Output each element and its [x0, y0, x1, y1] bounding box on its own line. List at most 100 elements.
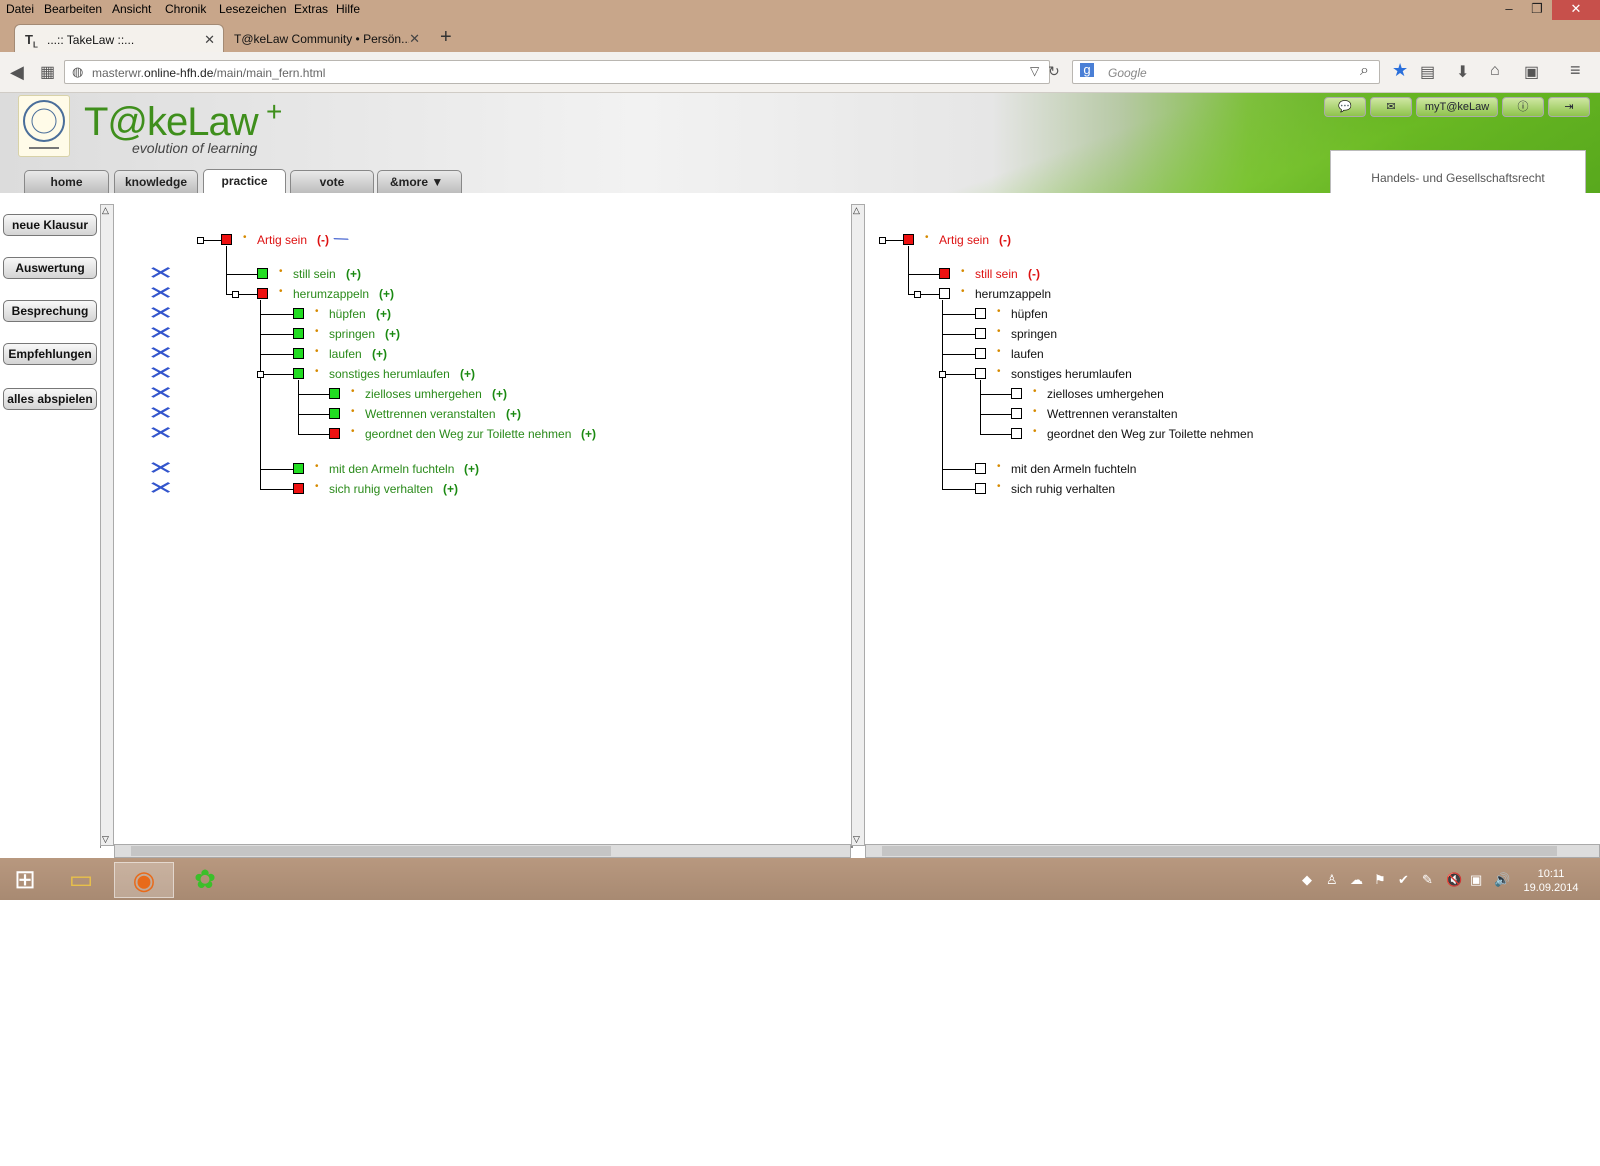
tree-checkbox[interactable]: [329, 408, 340, 419]
collapse-toggle-icon[interactable]: [257, 371, 264, 378]
tree-node-label[interactable]: mit den Armeln fuchteln: [329, 462, 454, 476]
menu-extras[interactable]: Extras: [294, 2, 328, 16]
tree-node-label[interactable]: laufen: [1011, 347, 1044, 361]
tree-checkbox[interactable]: [1011, 408, 1022, 419]
tree-checkbox[interactable]: [293, 308, 304, 319]
restore-icon[interactable]: ❐: [1522, 0, 1552, 20]
tree-node-label[interactable]: springen: [329, 327, 375, 341]
dropdown-icon[interactable]: ▽: [1030, 64, 1039, 78]
tree-checkbox[interactable]: [329, 428, 340, 439]
firefox-icon[interactable]: ◉: [114, 862, 174, 898]
explorer-icon[interactable]: ▭: [64, 862, 98, 896]
tree-node-label[interactable]: laufen: [329, 347, 362, 361]
nav-tab-knowledge[interactable]: knowledge: [114, 170, 198, 193]
takelaw-logo[interactable]: T@keLaw: [84, 100, 259, 145]
google-icon[interactable]: g: [1080, 63, 1094, 77]
tree-node-label[interactable]: zielloses umhergehen: [365, 387, 482, 401]
nav-tab-more[interactable]: &more ▼: [377, 170, 462, 193]
tree-checkbox[interactable]: [975, 463, 986, 474]
menu-bearbeiten[interactable]: Bearbeiten: [44, 2, 102, 16]
tree-checkbox[interactable]: [293, 348, 304, 359]
logout-button[interactable]: ⇥: [1548, 97, 1590, 117]
cloud-icon[interactable]: ☁: [1350, 872, 1363, 888]
browser-tab-takelaw[interactable]: TL ...:: TakeLaw ::... ✕: [14, 24, 224, 52]
url-text[interactable]: masterwr.online-hfh.de/main/main_fern.ht…: [92, 66, 325, 80]
tree-node-label[interactable]: geordnet den Weg zur Toilette nehmen: [1047, 427, 1253, 441]
nav-tab-vote[interactable]: vote: [290, 170, 374, 193]
menu-datei[interactable]: Datei: [6, 2, 34, 16]
scroll-up-icon[interactable]: △: [102, 205, 109, 216]
tree-checkbox[interactable]: [1011, 428, 1022, 439]
volume-icon[interactable]: 🔊: [1494, 872, 1510, 888]
collapse-toggle-icon[interactable]: [939, 371, 946, 378]
tree-checkbox[interactable]: [975, 348, 986, 359]
tree-node-label[interactable]: still sein: [293, 267, 336, 281]
collapse-toggle-icon[interactable]: [879, 237, 886, 244]
tree-checkbox[interactable]: [975, 308, 986, 319]
right-horizontal-scrollbar[interactable]: [865, 844, 1600, 858]
tree-node-label[interactable]: zielloses umhergehen: [1047, 387, 1164, 401]
tree-checkbox[interactable]: [1011, 388, 1022, 399]
left-vertical-scrollbar[interactable]: △ ▽: [100, 204, 114, 846]
tree-checkbox[interactable]: [293, 368, 304, 379]
empfehlungen-button[interactable]: Empfehlungen: [3, 343, 97, 365]
nav-tab-home[interactable]: home: [24, 170, 109, 193]
search-icon[interactable]: ⌕: [1360, 62, 1369, 80]
tool-icon[interactable]: ✎: [1422, 872, 1433, 888]
tree-node-label[interactable]: Artig sein: [939, 233, 989, 247]
browser-tab-community[interactable]: T@keLaw Community • Persön... ✕: [228, 24, 428, 52]
tree-node-label[interactable]: sich ruhig verhalten: [1011, 482, 1115, 496]
tree-checkbox[interactable]: [903, 234, 914, 245]
collapse-toggle-icon[interactable]: [197, 237, 204, 244]
menu-ansicht[interactable]: Ansicht: [112, 2, 151, 16]
home-icon[interactable]: ⌂: [1490, 62, 1500, 80]
close-tab-icon[interactable]: ✕: [204, 32, 215, 48]
mytakelaw-button[interactable]: myT@keLaw: [1416, 97, 1498, 117]
close-window-icon[interactable]: ✕: [1552, 0, 1600, 20]
check-icon[interactable]: ✔: [1398, 872, 1409, 888]
tree-checkbox[interactable]: [975, 328, 986, 339]
besprechung-button[interactable]: Besprechung: [3, 300, 97, 322]
scroll-down-icon[interactable]: ▽: [853, 834, 860, 845]
nav-tab-practice[interactable]: practice: [203, 169, 286, 193]
menu-chronik[interactable]: Chronik: [165, 2, 206, 16]
tree-node-label[interactable]: herumzappeln: [293, 287, 369, 301]
scroll-up-icon[interactable]: △: [853, 205, 860, 216]
left-scroll-thumb[interactable]: [131, 846, 611, 856]
neue-klausur-button[interactable]: neue Klausur: [3, 214, 97, 236]
network-icon[interactable]: ▣: [1470, 872, 1482, 888]
back-icon[interactable]: ◀: [10, 62, 24, 83]
tree-node-label[interactable]: springen: [1011, 327, 1057, 341]
download-icon[interactable]: ⬇: [1456, 62, 1469, 82]
tree-node-label[interactable]: sich ruhig verhalten: [329, 482, 433, 496]
tree-checkbox[interactable]: [257, 288, 268, 299]
tree-checkbox[interactable]: [257, 268, 268, 279]
scroll-down-icon[interactable]: ▽: [102, 834, 109, 845]
tree-node-label[interactable]: geordnet den Weg zur Toilette nehmen: [365, 427, 571, 441]
tree-node-label[interactable]: mit den Armeln fuchteln: [1011, 462, 1136, 476]
collapse-toggle-icon[interactable]: [232, 291, 239, 298]
chat-button[interactable]: 💬: [1324, 97, 1366, 117]
flag-icon[interactable]: ⚑: [1374, 872, 1386, 888]
tree-node-label[interactable]: Artig sein: [257, 233, 307, 247]
tree-checkbox[interactable]: [975, 483, 986, 494]
menu-hilfe[interactable]: Hilfe: [336, 2, 360, 16]
tree-node-label[interactable]: hüpfen: [329, 307, 366, 321]
tree-checkbox[interactable]: [975, 368, 986, 379]
collapse-toggle-icon[interactable]: [914, 291, 921, 298]
system-clock[interactable]: 10:11 19.09.2014: [1516, 867, 1586, 895]
tree-node-label[interactable]: Wettrennen veranstalten: [1047, 407, 1178, 421]
auswertung-button[interactable]: Auswertung: [3, 257, 97, 279]
tree-node-label[interactable]: still sein: [975, 267, 1018, 281]
bookmarks-list-icon[interactable]: ▤: [1420, 62, 1435, 82]
tree-checkbox[interactable]: [221, 234, 232, 245]
hamburger-menu-icon[interactable]: ≡: [1570, 60, 1581, 81]
alles-abspielen-button[interactable]: alles abspielen: [3, 388, 97, 410]
tree-node-label[interactable]: herumzappeln: [975, 287, 1051, 301]
addon-icon[interactable]: ▣: [1524, 62, 1539, 82]
icq-flower-icon[interactable]: ✿: [188, 862, 222, 896]
close-tab-icon[interactable]: ✕: [409, 31, 420, 47]
tree-checkbox[interactable]: [293, 483, 304, 494]
speaker-muted-icon[interactable]: 🔇: [1446, 872, 1462, 888]
tree-checkbox[interactable]: [329, 388, 340, 399]
